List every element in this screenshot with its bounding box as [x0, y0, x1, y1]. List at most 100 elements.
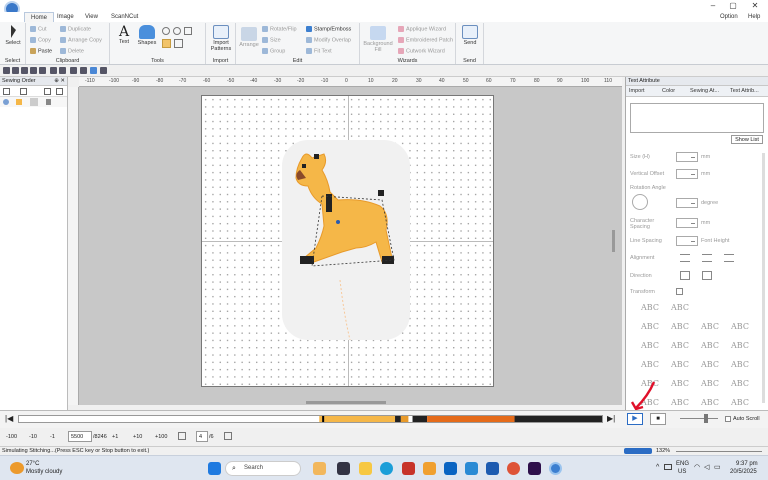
view-mode-icons[interactable]: [624, 448, 652, 454]
current-stitch-input[interactable]: 5500: [68, 431, 92, 442]
transform-style-option[interactable]: ABC: [640, 359, 660, 371]
transform-style-option[interactable]: ABC: [730, 340, 750, 352]
horizontal-direction-icon[interactable]: [680, 271, 690, 280]
rotation-dial[interactable]: [632, 194, 648, 210]
copilot-icon[interactable]: [423, 462, 436, 475]
list-view-icon[interactable]: [44, 88, 51, 95]
line-spacing-input[interactable]: [676, 236, 698, 246]
applique-wizard-button[interactable]: Applique Wizard: [398, 26, 446, 32]
tab-image[interactable]: Image: [51, 12, 80, 22]
edge-browser-icon[interactable]: [380, 462, 393, 475]
speed-slider-thumb[interactable]: [704, 414, 708, 423]
transform-style-option[interactable]: ABC: [730, 359, 750, 371]
weather-icon[interactable]: [10, 462, 24, 474]
zoom-in-icon[interactable]: [162, 27, 170, 35]
tab-color[interactable]: Color: [662, 88, 675, 94]
transform-sample-2[interactable]: ABC: [670, 302, 690, 314]
auto-scroll-checkbox[interactable]: [725, 416, 731, 422]
transform-sample-1[interactable]: ABC: [640, 302, 660, 314]
back-100-button[interactable]: -100: [6, 432, 17, 442]
help-icon[interactable]: [100, 67, 107, 74]
zoom-out-icon[interactable]: [173, 27, 181, 35]
transform-style-option[interactable]: ABC: [670, 340, 690, 352]
transform-style-option[interactable]: ABC: [700, 359, 720, 371]
arrange-copy-button[interactable]: Arrange Copy: [60, 37, 102, 43]
word-icon[interactable]: [486, 462, 499, 475]
windows-start-icon[interactable]: [208, 462, 221, 475]
minimize-button[interactable]: –: [706, 1, 720, 11]
stamp-emboss-button[interactable]: Stamp/Emboss: [306, 26, 351, 32]
transform-style-option[interactable]: ABC: [700, 397, 720, 409]
forward-10-button[interactable]: +10: [133, 432, 142, 442]
first-stitch-button[interactable]: |◀: [5, 414, 13, 424]
delete-button[interactable]: Delete: [60, 48, 84, 54]
battery-icon[interactable]: ▭: [714, 463, 721, 471]
text-tool-button[interactable]: A Text: [114, 25, 134, 45]
next-color-icon[interactable]: [224, 432, 232, 440]
widget-icon[interactable]: [313, 462, 326, 475]
store-icon[interactable]: [402, 462, 415, 475]
clock-date[interactable]: 20/5/2025: [730, 469, 757, 475]
current-color-input[interactable]: 4: [196, 431, 208, 442]
sort-by-icon[interactable]: [3, 88, 10, 95]
last-stitch-button[interactable]: ▶|: [607, 414, 615, 424]
embroidery-hoop[interactable]: [201, 95, 494, 387]
rotation-angle-input[interactable]: [676, 198, 698, 208]
character-spacing-input[interactable]: [676, 218, 698, 228]
select-button[interactable]: Select: [3, 25, 23, 46]
wifi-icon[interactable]: ◠: [694, 463, 700, 471]
outlook-icon[interactable]: [444, 462, 457, 475]
vertical-direction-icon[interactable]: [702, 271, 712, 280]
pan-hand-icon[interactable]: [162, 39, 171, 48]
close-button[interactable]: ✕: [748, 1, 762, 11]
language[interactable]: ENG: [676, 461, 689, 467]
grid-view-icon[interactable]: [56, 88, 63, 95]
size-button[interactable]: Size: [262, 37, 281, 43]
print-icon[interactable]: [39, 67, 46, 74]
pe-design-taskbar-icon[interactable]: [549, 462, 562, 475]
stitch-timeline[interactable]: [18, 415, 603, 423]
back-10-button[interactable]: -10: [29, 432, 37, 442]
transform-style-option[interactable]: ABC: [730, 397, 750, 409]
properties-icon[interactable]: [90, 67, 97, 74]
new-file-icon[interactable]: [3, 67, 10, 74]
embroidered-patch-button[interactable]: Embroidered Patch: [398, 37, 453, 43]
paste-button[interactable]: Paste: [30, 48, 52, 54]
copy-button[interactable]: Copy: [30, 37, 51, 43]
transform-style-option[interactable]: ABC: [730, 378, 750, 390]
measure-icon[interactable]: [174, 39, 183, 48]
maximize-button[interactable]: ▢: [726, 1, 740, 11]
rotate-flip-button[interactable]: Rotate/Flip: [262, 26, 297, 32]
transform-style-option[interactable]: ABC: [730, 321, 750, 333]
giraffe-embroidery[interactable]: [282, 140, 422, 340]
background-fill-button[interactable]: Background Fill: [362, 26, 394, 53]
transform-style-option[interactable]: ABC: [670, 359, 690, 371]
vertical-offset-input[interactable]: [676, 169, 698, 179]
transform-style-option[interactable]: ABC: [640, 340, 660, 352]
option-menu[interactable]: Option: [714, 12, 744, 22]
tray-chevron-icon[interactable]: ^: [656, 464, 659, 471]
transform-style-option[interactable]: ABC: [640, 321, 660, 333]
panel-scrollbar[interactable]: [762, 153, 765, 403]
transform-style-option[interactable]: ABC: [670, 397, 690, 409]
help-menu[interactable]: Help: [742, 12, 766, 22]
optimize-icon[interactable]: [20, 88, 27, 95]
file-explorer-icon[interactable]: [359, 462, 372, 475]
transform-style-option[interactable]: ABC: [700, 321, 720, 333]
undo-icon[interactable]: [50, 67, 57, 74]
import-patterns-button[interactable]: Import Patterns: [208, 25, 234, 52]
shapes-tool-button[interactable]: Shapes: [136, 25, 158, 46]
clock-time[interactable]: 9:37 pm: [736, 461, 758, 467]
send-button[interactable]: Send: [459, 25, 481, 46]
cut-button[interactable]: Cut: [30, 26, 47, 32]
text-input-area[interactable]: [630, 103, 764, 133]
mail-icon[interactable]: [465, 462, 478, 475]
save-as-icon[interactable]: [30, 67, 37, 74]
align-left-icon[interactable]: [680, 254, 690, 262]
view-icon[interactable]: [70, 67, 77, 74]
timeline-position-marker[interactable]: [322, 416, 325, 422]
modify-overlap-button[interactable]: Modify Overlap: [306, 37, 351, 43]
forward-1-button[interactable]: +1: [112, 432, 118, 442]
tab-sewing-attribute[interactable]: Sewing At...: [690, 88, 719, 94]
fit-text-button[interactable]: Fit Text: [306, 48, 332, 54]
